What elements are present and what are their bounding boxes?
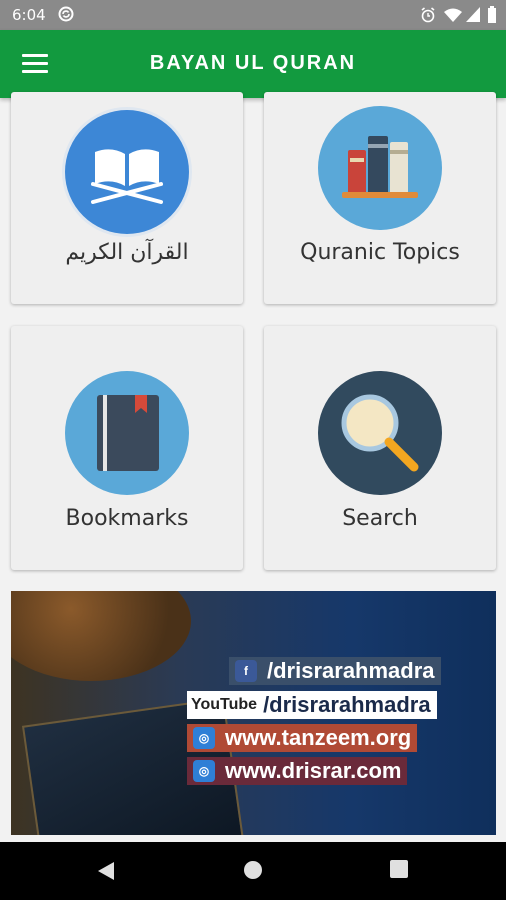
tile-quranic-topics-label: Quranic Topics xyxy=(300,240,460,265)
app-bar: BAYAN UL QURAN xyxy=(0,30,506,98)
battery-icon xyxy=(488,6,496,23)
tile-quranic-topics[interactable]: Quranic Topics xyxy=(264,92,496,304)
alarm-icon xyxy=(421,7,435,23)
status-bar: 6:04 xyxy=(0,0,506,30)
home-icon[interactable] xyxy=(243,860,263,880)
wifi-icon xyxy=(444,8,462,22)
system-nav-bar xyxy=(0,842,506,900)
banner-facebook-line: f /drisrarahmadra xyxy=(229,657,441,685)
tile-bookmarks[interactable]: Bookmarks xyxy=(11,326,243,570)
promo-banner[interactable]: f /drisrarahmadra YouTube /drisrarahmadr… xyxy=(11,591,496,835)
banner-youtube-text: /drisrarahmadra xyxy=(263,692,431,717)
tile-quran-label: القرآن الكريم xyxy=(65,240,189,265)
signal-icon xyxy=(466,7,480,22)
youtube-icon: YouTube xyxy=(191,696,258,713)
banner-drisrar-text: www.drisrar.com xyxy=(225,758,402,783)
magnifier-icon xyxy=(318,371,442,495)
banner-tanzeem-text: www.tanzeem.org xyxy=(225,725,412,750)
banner-tanzeem-line: ◎ www.tanzeem.org xyxy=(187,724,418,752)
books-shelf-icon xyxy=(318,106,442,230)
status-time: 6:04 xyxy=(12,6,46,24)
dates-bowl-image xyxy=(11,591,191,681)
banner-drisrar-line: ◎ www.drisrar.com xyxy=(187,757,408,785)
recents-icon[interactable] xyxy=(390,860,408,878)
tile-quran[interactable]: القرآن الكريم xyxy=(11,92,243,304)
globe-icon: ◎ xyxy=(193,727,215,749)
bookmarked-book-icon xyxy=(65,371,189,495)
tile-search-label: Search xyxy=(342,506,418,531)
facebook-icon: f xyxy=(235,660,257,682)
tile-bookmarks-label: Bookmarks xyxy=(65,506,189,531)
app-title: BAYAN UL QURAN xyxy=(149,52,357,74)
tile-search[interactable]: Search xyxy=(264,326,496,570)
open-quran-book-icon xyxy=(65,110,189,234)
banner-facebook-text: /drisrarahmadra xyxy=(267,658,435,683)
back-icon[interactable] xyxy=(96,860,116,882)
sync-icon xyxy=(58,6,74,22)
globe-icon: ◎ xyxy=(193,760,215,782)
banner-youtube-line: YouTube /drisrarahmadra xyxy=(187,691,437,719)
